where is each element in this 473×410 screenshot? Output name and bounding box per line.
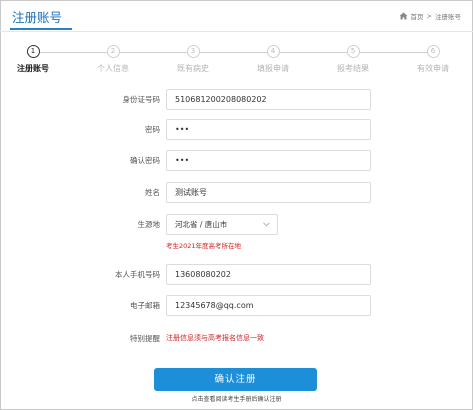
breadcrumb-separator: > (426, 12, 432, 20)
notice-label: 特别提醒 (130, 334, 160, 343)
phone-row: 本人手机号码 13608080202 (0, 264, 473, 286)
phone-input[interactable]: 13608080202 (166, 264, 371, 285)
confirm-password-input[interactable]: ••• (166, 150, 371, 171)
id-number-input[interactable]: 510681200208080202 (166, 89, 371, 110)
name-row: 姓名 测试账号 (0, 182, 473, 204)
step-5: 5 报考结果 (321, 45, 385, 74)
step-label: 注册账号 (17, 64, 49, 73)
step-1: 1 注册账号 (1, 45, 65, 74)
breadcrumb-current: 注册账号 (435, 13, 461, 21)
confirm-register-button[interactable]: 确认注册 (154, 368, 317, 391)
progress-steps: 1 注册账号 2 个人信息 3 既有病史 4 填报申请 5 报考结果 6 有效申… (0, 44, 473, 80)
confirm-password-label: 确认密码 (130, 156, 160, 165)
email-row: 电子邮箱 12345678@qq.com (0, 295, 473, 317)
phone-label: 本人手机号码 (115, 270, 160, 279)
breadcrumb-home-link[interactable]: 首页 (411, 11, 424, 21)
step-number: 3 (186, 45, 200, 58)
name-label: 姓名 (145, 188, 160, 197)
id-number-label: 身份证号码 (122, 95, 161, 104)
step-label: 个人信息 (97, 64, 129, 73)
title-underline (10, 28, 72, 30)
step-label: 填报申请 (257, 64, 289, 73)
footnote: 点击查看阅读考生手册后确认注册 (191, 396, 282, 403)
password-input[interactable]: ••• (166, 119, 371, 140)
origin-row: 生源地 河北省 / 唐山市 (0, 214, 473, 236)
step-4: 4 填报申请 (241, 45, 305, 74)
password-row: 密码 ••• (0, 119, 473, 141)
name-input[interactable]: 测试账号 (166, 182, 371, 203)
page-title: 注册账号 (12, 10, 63, 25)
step-number: 5 (346, 45, 360, 58)
origin-select-value: 河北省 / 唐山市 (175, 220, 228, 229)
home-icon (399, 12, 408, 20)
notice-text: 注册信息须与高考报名信息一致 (166, 334, 264, 342)
step-label: 报考结果 (337, 64, 369, 73)
id-number-row: 身份证号码 510681200208080202 (0, 89, 473, 111)
step-label: 有效申请 (417, 64, 449, 73)
email-input[interactable]: 12345678@qq.com (166, 295, 371, 316)
step-number: 1 (26, 45, 40, 58)
step-2: 2 个人信息 (81, 45, 145, 74)
origin-label: 生源地 (137, 220, 161, 229)
password-label: 密码 (145, 125, 160, 134)
origin-select[interactable]: 河北省 / 唐山市 (166, 214, 278, 235)
breadcrumb: 首页 > 注册账号 (399, 11, 461, 21)
step-6: 6 有效申请 (401, 45, 465, 74)
step-label: 既有病史 (177, 64, 209, 73)
step-number: 2 (106, 45, 120, 58)
step-number: 4 (266, 45, 280, 58)
confirm-password-row: 确认密码 ••• (0, 150, 473, 172)
step-3: 3 既有病史 (161, 45, 225, 74)
page-header: 注册账号 首页 > 注册账号 (0, 0, 473, 32)
chevron-down-icon (263, 222, 270, 227)
email-label: 电子邮箱 (130, 301, 160, 310)
origin-hint: 考生2021年度高考所在地 (166, 242, 242, 250)
step-number: 6 (426, 45, 440, 58)
